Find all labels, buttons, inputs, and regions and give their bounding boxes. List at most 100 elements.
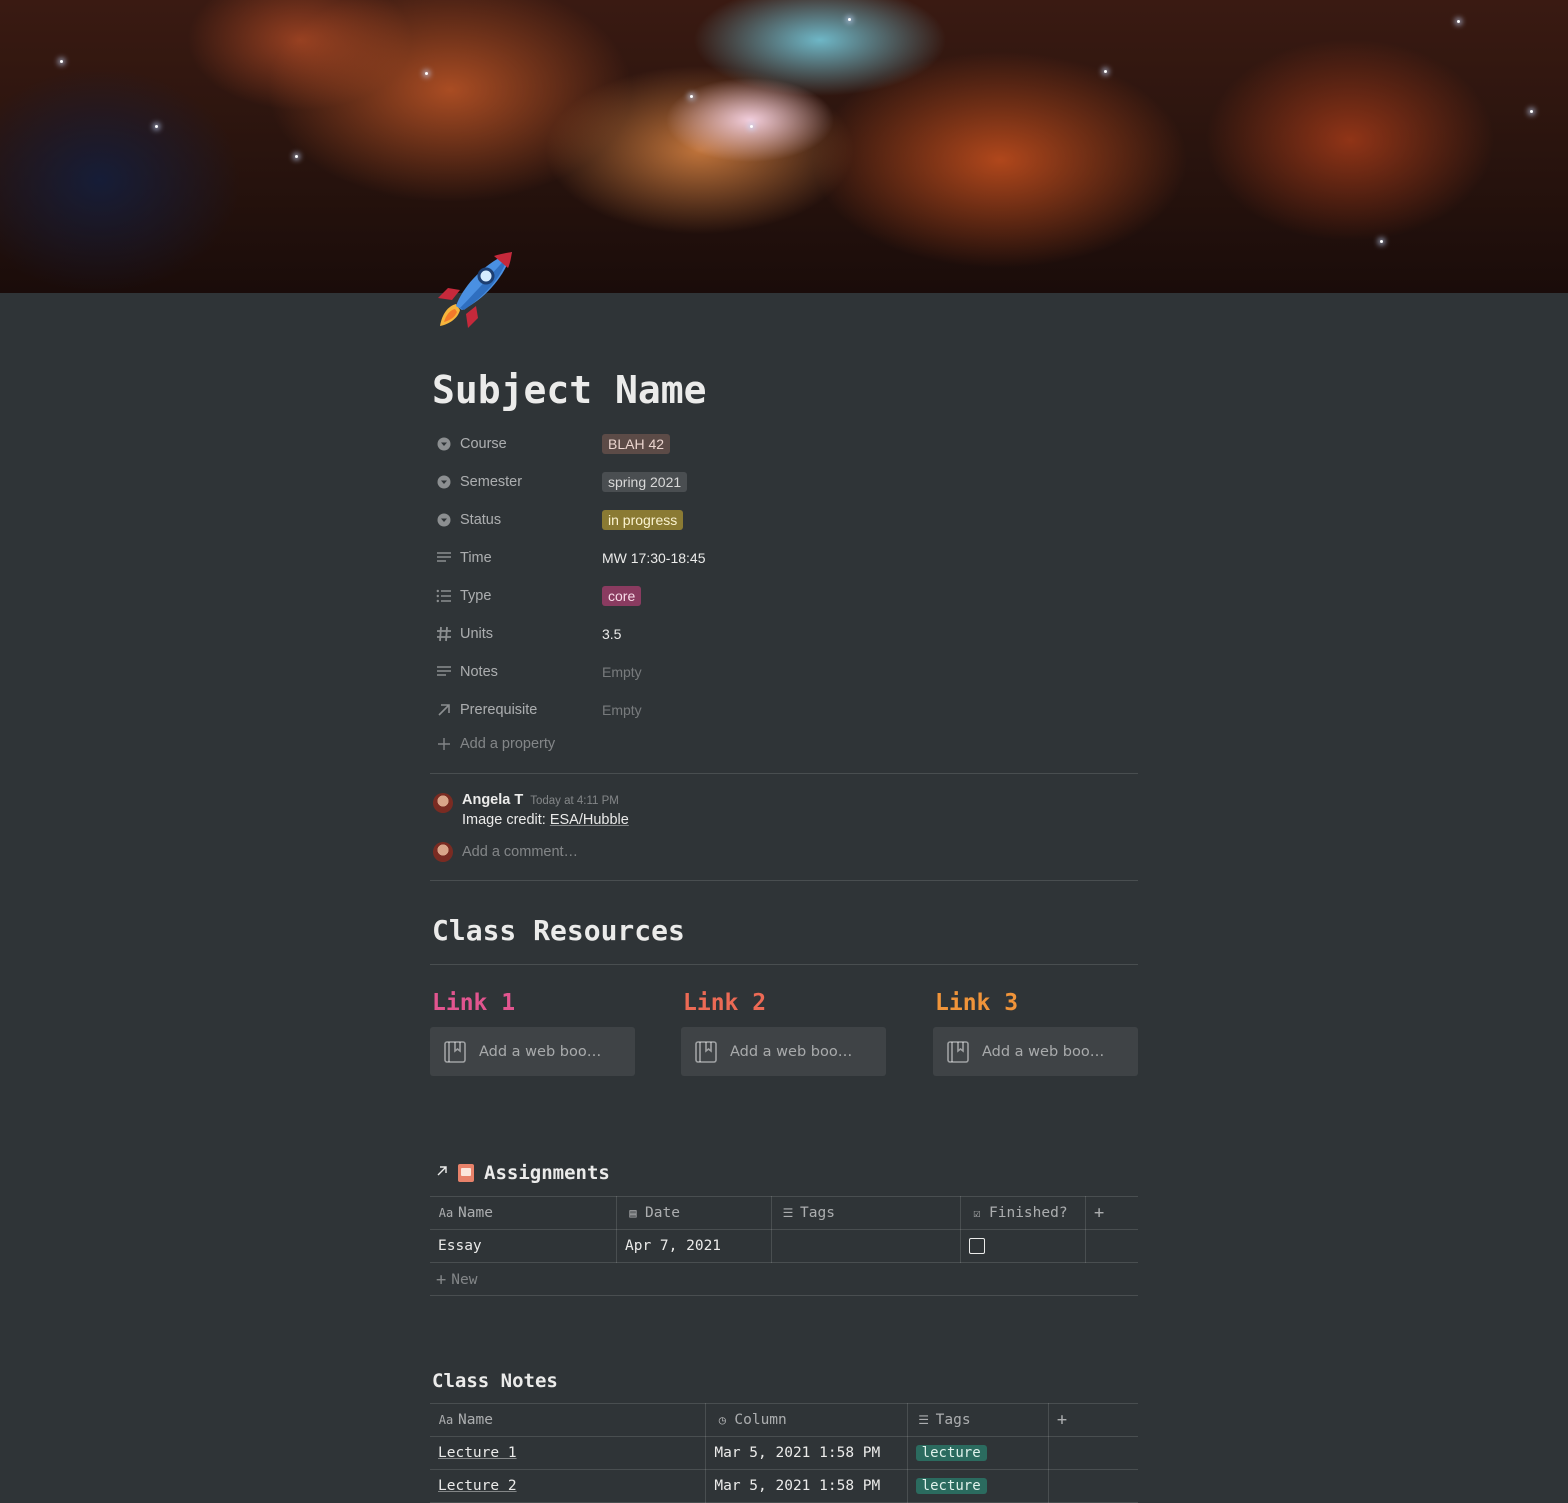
property-name[interactable]: Units <box>432 624 602 644</box>
add-comment-input[interactable]: Add a comment… <box>462 844 578 860</box>
cell-date[interactable]: Apr 7, 2021 <box>616 1229 772 1263</box>
cell-column[interactable]: Mar 5, 2021 1:58 PM <box>705 1436 908 1470</box>
title-property-icon: Aa <box>438 1413 454 1427</box>
cell-name[interactable]: Essay <box>430 1229 617 1263</box>
link-title[interactable]: Link 2 <box>683 990 766 1016</box>
property-units[interactable]: Units 3.5 <box>432 617 1138 651</box>
cell-tags[interactable] <box>771 1229 961 1263</box>
property-time[interactable]: Time MW 17:30-18:45 <box>432 541 1138 575</box>
add-web-bookmark-button[interactable]: Add a web boo… <box>430 1027 635 1076</box>
property-label: Course <box>460 436 507 452</box>
property-name[interactable]: Semester <box>432 472 602 492</box>
divider <box>430 880 1138 881</box>
cell-tags[interactable]: lecture <box>907 1436 1049 1470</box>
resources-heading[interactable]: Class Resources <box>432 914 685 947</box>
property-course[interactable]: Course BLAH 42 <box>432 427 1138 461</box>
cell-name[interactable]: Lecture 1 <box>430 1436 707 1470</box>
tag-badge: spring 2021 <box>602 472 688 492</box>
bookmark-icon <box>694 1040 718 1064</box>
empty-value: Empty <box>602 664 642 680</box>
property-value[interactable]: spring 2021 <box>602 472 688 492</box>
cell-empty <box>1048 1469 1138 1503</box>
bookmark-icon <box>443 1040 467 1064</box>
cell-tags[interactable]: lecture <box>907 1469 1049 1503</box>
assignments-table: Aa Name ▤ Date ☰ Tags ☑ Finished? + Essay Ap… <box>430 1196 1138 1263</box>
property-name[interactable]: Type <box>432 586 602 606</box>
bookmark-label: Add a web boo… <box>479 1043 602 1060</box>
property-value[interactable]: 3.5 <box>602 626 621 642</box>
column-header-finished[interactable]: ☑ Finished? <box>960 1196 1086 1230</box>
column-header-tags[interactable]: ☰ Tags <box>771 1196 961 1230</box>
column-header-date[interactable]: ▤ Date <box>616 1196 772 1230</box>
property-prerequisite[interactable]: Prerequisite Empty <box>432 693 1138 727</box>
plus-icon: + <box>1094 1203 1105 1223</box>
avatar <box>433 842 453 862</box>
property-value[interactable]: Empty <box>602 664 642 680</box>
clock-icon: ◷ <box>718 1413 726 1427</box>
property-status[interactable]: Status in progress <box>432 503 1138 537</box>
property-label: Semester <box>460 474 523 490</box>
add-web-bookmark-button[interactable]: Add a web boo… <box>933 1027 1138 1076</box>
page-title[interactable]: Subject Name <box>432 368 707 412</box>
table-row[interactable]: Lecture 2 Mar 5, 2021 1:58 PM lecture <box>430 1469 1138 1503</box>
bookmark-label: Add a web boo… <box>730 1043 853 1060</box>
link-title[interactable]: Link 1 <box>432 990 515 1016</box>
property-name[interactable]: Prerequisite <box>432 700 602 720</box>
add-web-bookmark-button[interactable]: Add a web boo… <box>681 1027 886 1076</box>
text-value: 3.5 <box>602 626 622 642</box>
table-row[interactable]: Lecture 1 Mar 5, 2021 1:58 PM lecture <box>430 1436 1138 1470</box>
property-notes[interactable]: Notes Empty <box>432 655 1138 689</box>
comment: Angela T Today at 4:11 PM Image credit: … <box>433 792 629 828</box>
add-column-button[interactable]: + <box>1048 1403 1138 1437</box>
column-header-name[interactable]: Aa Name <box>430 1403 707 1437</box>
tag-badge: BLAH 42 <box>602 434 671 454</box>
table-row[interactable]: Essay Apr 7, 2021 <box>430 1229 1138 1263</box>
cover-image[interactable] <box>0 0 1568 293</box>
property-type[interactable]: Type core <box>432 579 1138 613</box>
multiselect-icon <box>432 586 456 606</box>
cell-finished[interactable] <box>960 1229 1086 1263</box>
property-value[interactable]: core <box>602 586 642 606</box>
empty-value: Empty <box>602 702 642 718</box>
property-value[interactable]: in progress <box>602 510 684 530</box>
property-name[interactable]: Status <box>432 510 602 530</box>
property-value[interactable]: BLAH 42 <box>602 434 671 454</box>
property-value[interactable]: Empty <box>602 702 642 718</box>
new-row-label: New <box>451 1272 478 1288</box>
comment-author: Angela T <box>462 792 524 808</box>
property-label: Status <box>460 512 502 528</box>
cell-name[interactable]: Lecture 2 <box>430 1469 707 1503</box>
tag-badge: lecture <box>915 1445 987 1461</box>
add-property-button[interactable]: Add a property <box>432 736 555 752</box>
notebook-icon <box>458 1164 474 1182</box>
property-name[interactable]: Notes <box>432 662 602 682</box>
add-comment[interactable]: Add a comment… <box>433 842 578 862</box>
select-icon <box>432 472 456 492</box>
add-column-button[interactable]: + <box>1085 1196 1138 1230</box>
divider <box>430 964 1138 965</box>
finished-checkbox[interactable] <box>969 1238 985 1254</box>
property-name[interactable]: Course <box>432 434 602 454</box>
column-header-column[interactable]: ◷ Column <box>705 1403 908 1437</box>
cell-column[interactable]: Mar 5, 2021 1:58 PM <box>705 1469 908 1503</box>
new-row-button[interactable]: + New <box>436 1270 477 1290</box>
property-semester[interactable]: Semester spring 2021 <box>432 465 1138 499</box>
property-name[interactable]: Time <box>432 548 602 568</box>
link-title[interactable]: Link 3 <box>935 990 1018 1016</box>
property-value[interactable]: MW 17:30-18:45 <box>602 550 706 566</box>
comment-link[interactable]: ESA/Hubble <box>550 812 629 828</box>
column-header-tags[interactable]: ☰ Tags <box>907 1403 1049 1437</box>
tag-badge: core <box>602 586 642 606</box>
title-property-icon: Aa <box>438 1206 454 1220</box>
divider <box>430 773 1138 774</box>
assignments-header[interactable]: Assignments <box>436 1162 610 1184</box>
class-notes-heading[interactable]: Class Notes <box>432 1370 558 1392</box>
text-icon <box>432 548 456 568</box>
class-notes-table: Aa Name ◷ Column ☰ Tags + Lecture 1 Mar 5, … <box>430 1403 1138 1503</box>
avatar <box>433 793 453 813</box>
column-header-name[interactable]: Aa Name <box>430 1196 617 1230</box>
relation-icon <box>432 700 456 720</box>
calendar-icon: ▤ <box>629 1206 637 1220</box>
comment-time: Today at 4:11 PM <box>530 795 619 807</box>
rocket-icon[interactable] <box>432 248 514 330</box>
